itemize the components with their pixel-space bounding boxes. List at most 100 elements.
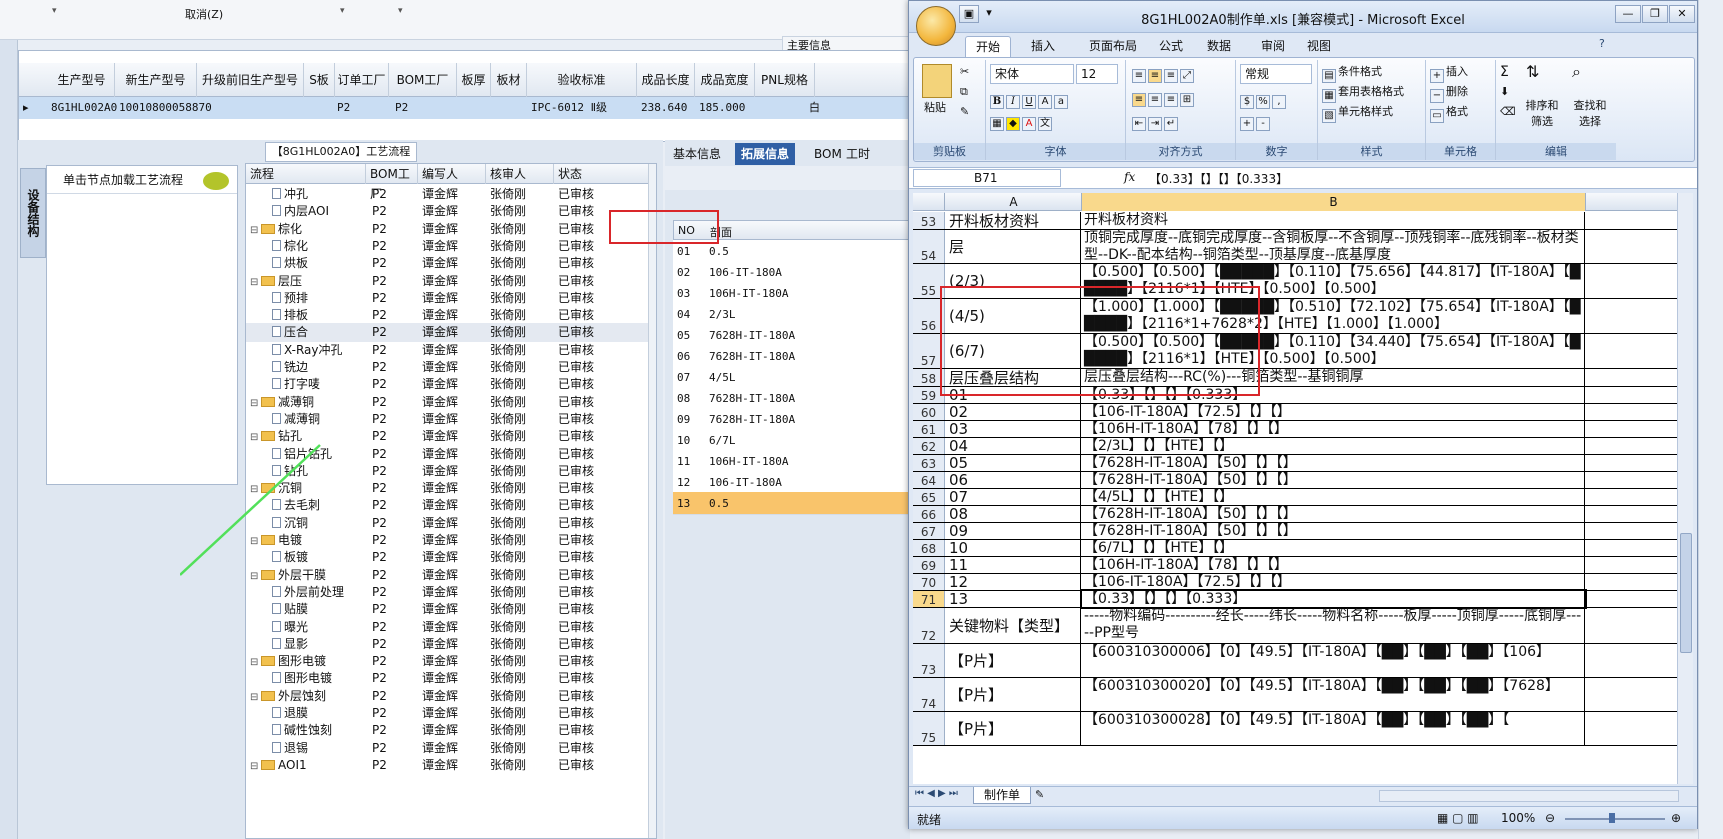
formula-input[interactable]: 【0.33】【】【】【0.333】 xyxy=(1149,170,1288,187)
sheet-row[interactable]: 54 层顶铜完成厚度--底铜完成厚度--含铜板厚--不含铜厚--顶残铜率--底残铜… xyxy=(913,230,1683,264)
sheet-row[interactable]: 63 05 【7628H-IT-180A】【50】【】【】 xyxy=(913,455,1683,472)
shrink-font-icon[interactable]: a xyxy=(1054,95,1068,109)
cell-a[interactable]: 开料板材资料 xyxy=(946,212,1081,229)
sheet-row[interactable]: 62 04 【2/3L】【】【HTE】【】 xyxy=(913,438,1683,455)
sheet-row[interactable]: 60 02 【106-IT-180A】【72.5】【】【】 xyxy=(913,404,1683,421)
sheet-nav-icon[interactable]: ⏮ ◀ ▶ ⏭ xyxy=(915,788,958,799)
bold-icon[interactable]: B xyxy=(990,95,1004,109)
font-color-icon[interactable]: A xyxy=(1022,117,1036,131)
minimize-button[interactable]: — xyxy=(1615,5,1641,23)
tree-row[interactable]: 排板 P2 谭金辉 张倚刚 已审核 xyxy=(246,306,650,325)
cell-b[interactable]: 【106H-IT-180A】【78】【】【】 xyxy=(1082,421,1585,437)
tree-row[interactable]: ⊟ 减薄铜 P2 谭金辉 张倚刚 已审核 xyxy=(246,393,650,412)
tree-row[interactable]: 退锡 P2 谭金辉 张倚刚 已审核 xyxy=(246,739,650,758)
insert-cells-button[interactable]: + 插入 xyxy=(1430,64,1468,83)
load-hint[interactable]: 单击节点加载工艺流程 xyxy=(47,166,237,194)
cell-a[interactable]: (4/5) xyxy=(946,299,1081,333)
cell-a[interactable]: (6/7) xyxy=(946,334,1081,368)
table-row[interactable]: 12 106-IT-180A xyxy=(673,471,910,494)
quick-access-dropdown-icon[interactable]: ▾ xyxy=(981,5,997,23)
cell-a[interactable]: 03 xyxy=(946,421,1081,437)
font-name-select[interactable]: 宋体 xyxy=(990,64,1074,84)
table-row[interactable]: 07 4/5L xyxy=(673,366,910,389)
tree-row[interactable]: 棕化 P2 谭金辉 张倚刚 已审核 xyxy=(246,237,650,256)
row-number[interactable]: 64 xyxy=(913,472,945,488)
collapse-toggle-icon[interactable]: ⊟ xyxy=(250,688,258,706)
chevron-down-icon[interactable]: ▾ xyxy=(340,6,345,16)
tree-row[interactable]: 打字唛 P2 谭金辉 张倚刚 已审核 xyxy=(246,375,650,394)
cell-a[interactable]: 13 xyxy=(946,591,1081,607)
table-row[interactable]: 01 0.5 xyxy=(673,240,910,263)
underline-icon[interactable]: U xyxy=(1022,95,1036,109)
tree-row[interactable]: ⊟ 棕化 P2 谭金辉 张倚刚 已审核 xyxy=(246,220,650,239)
cell-b[interactable]: 【2/3L】【】【HTE】【】 xyxy=(1082,438,1585,454)
column-header-cell[interactable]: PNL规格 xyxy=(755,63,815,97)
ribbon-tab-6[interactable]: 视图 xyxy=(1297,36,1341,57)
row-number[interactable]: 66 xyxy=(913,506,945,522)
sheet-row[interactable]: 75 【P片】 【600310300028】【0】【49.5】【IT-180A】【█… xyxy=(913,712,1683,746)
wrap-text-icon[interactable]: ↵ xyxy=(1164,117,1178,131)
text-orientation-icon[interactable]: ⤢ xyxy=(1180,69,1194,83)
sheet-row[interactable]: 73 【P片】 【600310300006】【0】【49.5】【IT-180A】【█… xyxy=(913,644,1683,678)
zoom-level[interactable]: 100% xyxy=(1501,811,1535,825)
ribbon-tab-4[interactable]: 数据 xyxy=(1197,36,1241,57)
cell-a[interactable]: 07 xyxy=(946,489,1081,505)
select-all-corner[interactable] xyxy=(913,193,945,211)
table-row[interactable]: 13 0.5 xyxy=(673,492,910,515)
tree-row[interactable]: ⊟ 图形电镀 P2 谭金辉 张倚刚 已审核 xyxy=(246,652,650,671)
cell-b[interactable]: 【1.000】【1.000】【█████】【0.510】【72.102】【75.… xyxy=(1082,299,1585,333)
tree-row[interactable]: ⊟ AOI1 P2 谭金辉 张倚刚 已审核 xyxy=(246,756,650,775)
row-number[interactable]: 74 xyxy=(913,678,945,711)
tree-row[interactable]: 图形电镀 P2 谭金辉 张倚刚 已审核 xyxy=(246,669,650,688)
row-number[interactable]: 65 xyxy=(913,489,945,505)
cell-b[interactable]: 【6/7L】【】【HTE】【】 xyxy=(1082,540,1585,556)
ribbon-tab-1[interactable]: 插入 xyxy=(1021,36,1065,57)
cell-b[interactable]: 【106-IT-180A】【72.5】【】【】 xyxy=(1082,404,1585,420)
row-number[interactable]: 58 xyxy=(913,369,945,386)
sheet-tab-making-order[interactable]: 制作单 xyxy=(973,787,1031,804)
border-icon[interactable]: ▦ xyxy=(990,117,1004,131)
increase-indent-icon[interactable]: ⇥ xyxy=(1148,117,1162,131)
row-number[interactable]: 61 xyxy=(913,421,945,437)
table-row[interactable]: 10 6/7L xyxy=(673,429,910,452)
row-number[interactable]: 54 xyxy=(913,230,945,263)
tree-row[interactable]: ⊟ 层压 P2 谭金辉 张倚刚 已审核 xyxy=(246,272,650,291)
column-header-cell[interactable]: 新生产型号 xyxy=(115,63,197,97)
row-number[interactable]: 53 xyxy=(913,212,945,229)
ribbon-tab-2[interactable]: 页面布局 xyxy=(1079,36,1147,57)
cancel-button[interactable]: 取消(Z) xyxy=(185,6,223,22)
tab-3[interactable]: 工时 xyxy=(840,143,876,165)
grow-font-icon[interactable]: A xyxy=(1038,95,1052,109)
conditional-format-button[interactable]: ▤ 条件格式 xyxy=(1322,64,1382,83)
speech-bubble-icon[interactable] xyxy=(203,172,229,190)
cell-a[interactable]: 09 xyxy=(946,523,1081,539)
cell-style-button[interactable]: ▧ 单元格样式 xyxy=(1322,104,1393,123)
column-header-cell[interactable]: 板厚 xyxy=(457,63,491,97)
cell-a[interactable]: 【P片】 xyxy=(946,678,1081,711)
tree-row[interactable]: 减薄铜 P2 谭金辉 张倚刚 已审核 xyxy=(246,410,650,429)
table-row[interactable]: 04 2/3L xyxy=(673,303,910,326)
comma-icon[interactable]: , xyxy=(1272,95,1286,109)
ribbon-tab-5[interactable]: 审阅 xyxy=(1251,36,1295,57)
tree-row[interactable]: 预排 P2 谭金辉 张倚刚 已审核 xyxy=(246,289,650,308)
cell-b[interactable]: 【600310300020】【0】【49.5】【IT-180A】【██】【██】… xyxy=(1082,678,1585,711)
cell-b[interactable]: 【7628H-IT-180A】【50】【】【】 xyxy=(1082,523,1585,539)
row-number[interactable]: 59 xyxy=(913,387,945,403)
vertical-scrollbar[interactable] xyxy=(648,164,656,838)
tree-row[interactable]: 外层前处理 P2 谭金辉 张倚刚 已审核 xyxy=(246,583,650,602)
cell-a[interactable]: 关键物料【类型】 xyxy=(946,608,1081,643)
collapse-toggle-icon[interactable]: ⊟ xyxy=(250,394,258,412)
cell-a[interactable]: (2/3) xyxy=(946,264,1081,298)
table-row[interactable]: 06 7628H-IT-180A xyxy=(673,345,910,368)
cell-a[interactable]: 01 xyxy=(946,387,1081,403)
cell-b[interactable]: 【600310300006】【0】【49.5】【IT-180A】【██】【██】… xyxy=(1082,644,1585,677)
sort-filter-button[interactable]: 排序和 筛选 xyxy=(1522,98,1562,130)
autosum-icon[interactable]: Σ xyxy=(1500,64,1509,80)
cell-b[interactable]: 【7628H-IT-180A】【50】【】【】 xyxy=(1082,472,1585,488)
side-tab-device-structure[interactable]: 设备结构 xyxy=(20,168,46,258)
tab-0[interactable]: 基本信息 xyxy=(667,143,727,165)
tree-row[interactable]: 压合 P2 谭金辉 张倚刚 已审核 xyxy=(246,323,650,343)
sheet-row[interactable]: 64 06 【7628H-IT-180A】【50】【】【】 xyxy=(913,472,1683,489)
align-right-icon[interactable]: ≡ xyxy=(1164,93,1178,107)
row-number[interactable]: 55 xyxy=(913,264,945,298)
